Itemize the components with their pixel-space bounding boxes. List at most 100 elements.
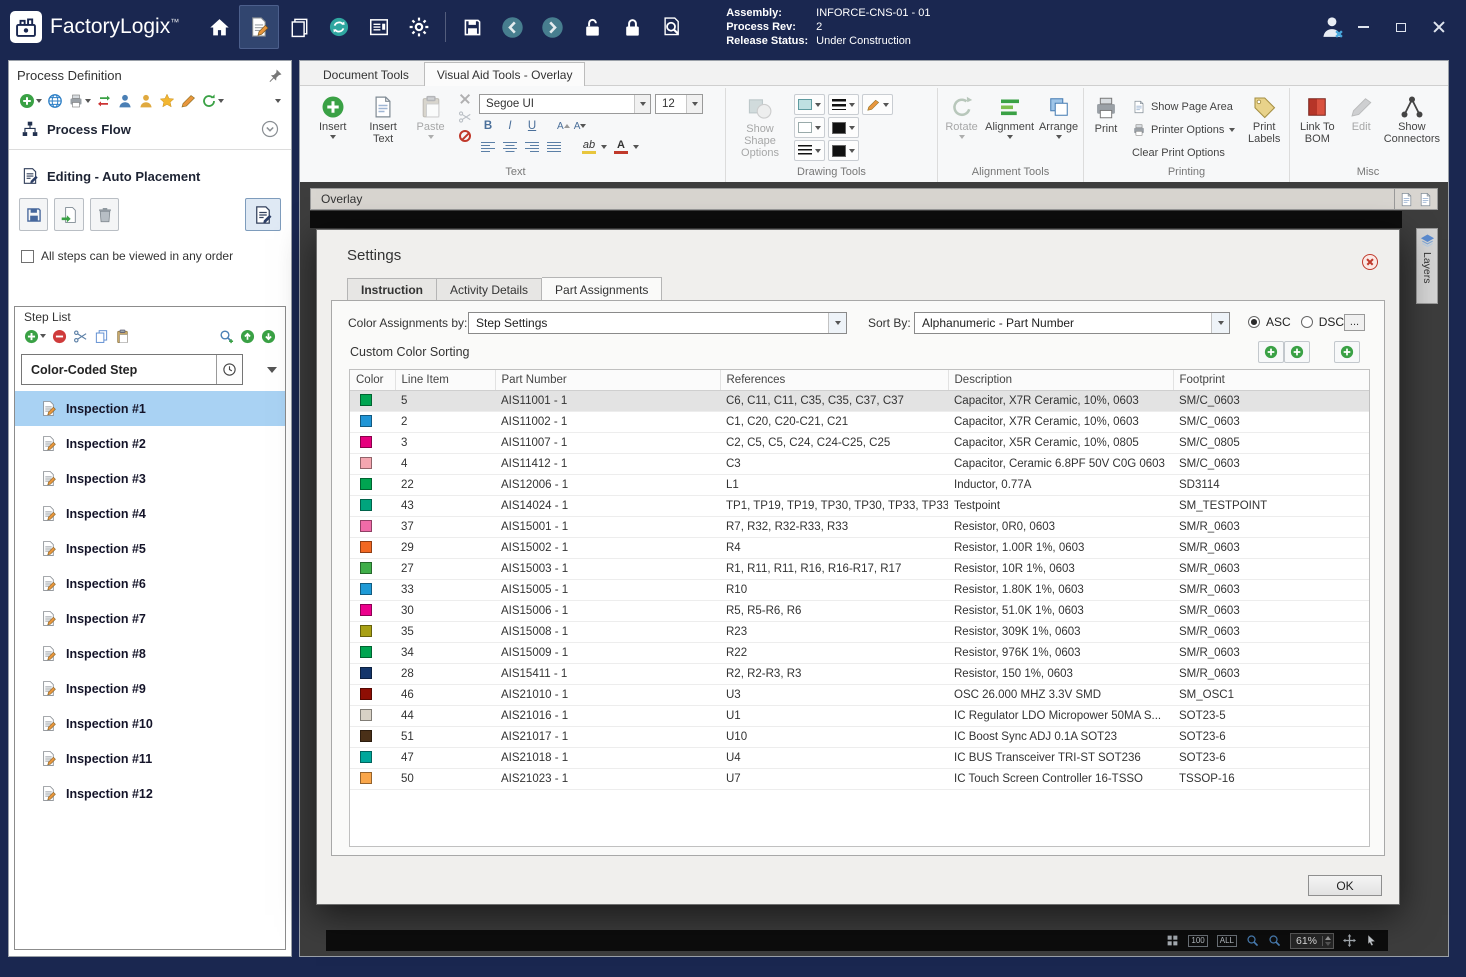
line-weight-button[interactable] (828, 94, 859, 115)
show-connectors-button[interactable]: Show Connectors (1381, 90, 1443, 166)
add-color-group-button[interactable] (1284, 341, 1310, 363)
zoom-100-button[interactable]: 100 (1188, 934, 1208, 947)
font-color-button[interactable]: A (611, 140, 640, 154)
link-to-bom-button[interactable]: Link To BOM (1293, 90, 1342, 166)
table-row[interactable]: 51 AIS21017 - 1 U10 IC Boost Sync ADJ 0.… (350, 726, 1369, 748)
documents-button[interactable] (279, 5, 319, 49)
annotate-button[interactable] (180, 92, 196, 110)
edit-button[interactable]: Edit (1345, 90, 1378, 166)
table-row[interactable]: 29 AIS15002 - 1 R4 Resistor, 1.00R 1%, 0… (350, 537, 1369, 559)
pointer-icon[interactable] (1365, 934, 1378, 947)
pen-color-button[interactable] (862, 94, 893, 115)
highlight-color-button[interactable]: ab (579, 140, 608, 154)
add-step-button[interactable] (24, 327, 46, 345)
step-list-item[interactable]: Inspection #12 (15, 776, 285, 811)
tab-visual-aid-tools[interactable]: Visual Aid Tools - Overlay (423, 62, 586, 86)
tab-part-assignments[interactable]: Part Assignments (542, 277, 663, 302)
refresh-button[interactable] (201, 92, 224, 110)
save-layout-button[interactable] (19, 198, 49, 231)
table-row[interactable]: 28 AIS15411 - 1 R2, R2-R3, R3 Resistor, … (350, 663, 1369, 685)
print-labels-button[interactable]: Print Labels (1242, 90, 1286, 166)
print-button[interactable] (68, 92, 91, 110)
more-tools-icon[interactable] (275, 99, 281, 103)
tab-document-tools[interactable]: Document Tools (310, 63, 422, 85)
unlock-button[interactable] (572, 5, 612, 49)
align-right-button[interactable] (523, 138, 541, 156)
back-button[interactable] (492, 5, 532, 49)
table-row[interactable]: 47 AIS21018 - 1 U4 IC BUS Transceiver TR… (350, 747, 1369, 769)
sort-by-select[interactable]: Alphanumeric - Part Number (914, 312, 1230, 334)
find-step-button[interactable] (219, 327, 234, 345)
fill-color-button[interactable] (828, 140, 859, 161)
superscript-button[interactable]: A (557, 121, 570, 132)
collapse-icon[interactable] (261, 120, 279, 138)
table-row[interactable]: 50 AIS21023 - 1 U7 IC Touch Screen Contr… (350, 768, 1369, 790)
search-document-button[interactable] (652, 5, 692, 49)
zoom-in-icon[interactable] (1268, 934, 1281, 947)
step-type-expand-icon[interactable] (267, 366, 277, 373)
asc-radio[interactable] (1248, 316, 1260, 328)
zoom-level-control[interactable]: 61% (1289, 932, 1334, 949)
clear-format-icon[interactable] (459, 130, 472, 142)
tab-activity-details[interactable]: Activity Details (437, 278, 543, 301)
table-row[interactable]: 46 AIS21010 - 1 U3 OSC 26.000 MHZ 3.3V S… (350, 684, 1369, 706)
font-size-select[interactable]: 12 (655, 94, 704, 114)
italic-button[interactable]: I (501, 117, 519, 135)
show-shape-options-button[interactable]: Show Shape Options (729, 90, 791, 166)
delete-icon[interactable] (460, 94, 470, 104)
table-row[interactable]: 3 AIS11007 - 1 C2, C5, C5, C24, C24-C25,… (350, 432, 1369, 454)
show-page-area-button[interactable]: Show Page Area (1128, 96, 1239, 117)
table-row[interactable]: 4 AIS11412 - 1 C3 Capacitor, Ceramic 6.8… (350, 453, 1369, 475)
table-row[interactable]: 43 AIS14024 - 1 TP1, TP19, TP19, TP30, T… (350, 495, 1369, 517)
lock-button[interactable] (612, 5, 652, 49)
col-footprint[interactable]: Footprint (1173, 370, 1369, 391)
step-list-item[interactable]: Inspection #5 (15, 531, 285, 566)
web-button[interactable] (47, 92, 63, 110)
table-row[interactable]: 33 AIS15005 - 1 R10 Resistor, 1.80K 1%, … (350, 579, 1369, 601)
arrange-button[interactable]: Arrange (1037, 90, 1080, 166)
home-button[interactable] (199, 5, 239, 49)
news-button[interactable] (359, 5, 399, 49)
pan-icon[interactable] (1343, 934, 1356, 947)
align-center-button[interactable] (501, 138, 519, 156)
remove-step-button[interactable] (52, 327, 67, 345)
favorite-button[interactable] (159, 92, 175, 110)
step-list-item[interactable]: Inspection #7 (15, 601, 285, 636)
table-row[interactable]: 22 AIS12006 - 1 L1 Inductor, 0.77A SD311… (350, 474, 1369, 496)
step-list-item[interactable]: Inspection #9 (15, 671, 285, 706)
dialog-close-button[interactable] (1362, 254, 1378, 270)
more-options-button[interactable]: ... (1344, 314, 1365, 331)
zoom-out-icon[interactable] (1246, 934, 1259, 947)
user-session-button[interactable] (1312, 5, 1352, 49)
col-references[interactable]: References (720, 370, 949, 391)
process-definition-button[interactable] (239, 5, 280, 49)
zoom-fit-all-button[interactable]: ALL (1216, 934, 1237, 947)
paste-step-button[interactable] (115, 327, 130, 345)
stroke-color-button[interactable] (828, 117, 859, 138)
copy-step-button[interactable] (94, 327, 109, 345)
maximize-button[interactable] (1390, 16, 1412, 38)
move-step-up-button[interactable] (240, 327, 255, 345)
edit-mode-toggle[interactable] (245, 198, 281, 231)
step-list-item[interactable]: Inspection #2 (15, 426, 285, 461)
grid-view-icon[interactable] (1166, 934, 1179, 947)
close-button[interactable] (1428, 16, 1450, 38)
alignment-button[interactable]: Alignment (985, 90, 1034, 166)
line-style-button[interactable] (794, 140, 825, 161)
underline-button[interactable]: U (523, 117, 541, 135)
tab-instruction[interactable]: Instruction (347, 278, 437, 301)
step-list-item[interactable]: Inspection #1 (15, 391, 285, 426)
rotate-button[interactable]: Rotate (941, 90, 982, 166)
sync-button[interactable] (319, 5, 359, 49)
clear-print-options-button[interactable]: Clear Print Options (1128, 142, 1239, 163)
table-row[interactable]: 44 AIS21016 - 1 U1 IC Regulator LDO Micr… (350, 705, 1369, 727)
operator-button[interactable] (138, 92, 154, 110)
process-flow-header[interactable]: Process Flow (9, 113, 291, 145)
table-row[interactable]: 2 AIS11002 - 1 C1, C20, C20-C21, C21 Cap… (350, 411, 1369, 433)
steps-order-option[interactable]: All steps can be viewed in any order (9, 235, 291, 263)
col-color[interactable]: Color (350, 370, 396, 391)
col-part-number[interactable]: Part Number (495, 370, 721, 391)
align-left-button[interactable] (479, 138, 497, 156)
align-justify-button[interactable] (545, 138, 563, 156)
add-color-row-button[interactable] (1258, 341, 1284, 363)
